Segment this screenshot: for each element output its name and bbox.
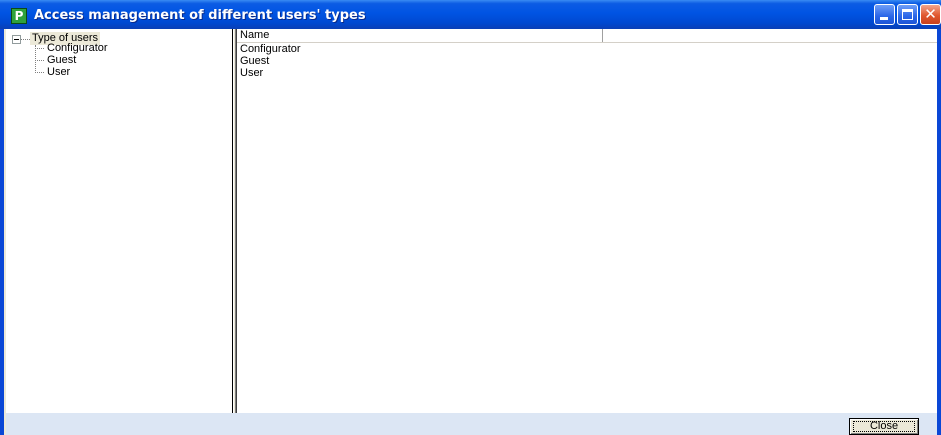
tree-item-label[interactable]: User bbox=[47, 66, 70, 79]
list-row[interactable]: Guest bbox=[240, 55, 269, 67]
users-list[interactable]: Name Configurator Guest User bbox=[236, 29, 937, 413]
window-title: Access management of different users' ty… bbox=[34, 8, 366, 23]
list-row[interactable]: Configurator bbox=[240, 43, 301, 55]
main-content: Type of users Configurator Guest User Na… bbox=[6, 29, 937, 413]
maximize-icon bbox=[902, 9, 913, 20]
column-header-empty[interactable] bbox=[603, 29, 937, 42]
tree-connector bbox=[35, 60, 44, 61]
maximize-button[interactable] bbox=[897, 4, 918, 25]
title-bar[interactable]: P Access management of different users' … bbox=[0, 0, 941, 29]
column-header-name[interactable]: Name bbox=[237, 29, 603, 42]
minimize-button[interactable] bbox=[874, 4, 895, 25]
close-button-label: Close bbox=[869, 420, 899, 432]
user-types-tree[interactable]: Type of users Configurator Guest User bbox=[6, 29, 233, 413]
collapse-toggle-icon[interactable] bbox=[12, 35, 21, 44]
app-icon[interactable]: P bbox=[11, 8, 27, 24]
list-row[interactable]: User bbox=[240, 67, 263, 79]
tree-connector bbox=[35, 48, 44, 49]
window-close-button[interactable]: ✕ bbox=[920, 4, 941, 25]
tree-connector bbox=[35, 72, 44, 73]
close-icon: ✕ bbox=[924, 5, 937, 23]
footer-bar: Close bbox=[6, 413, 937, 435]
minimize-icon bbox=[880, 17, 888, 20]
close-button[interactable]: Close bbox=[849, 418, 919, 435]
tree-connector bbox=[35, 45, 36, 73]
tree-connector bbox=[21, 39, 30, 40]
column-header-label: Name bbox=[240, 29, 270, 41]
list-header: Name bbox=[237, 29, 937, 43]
